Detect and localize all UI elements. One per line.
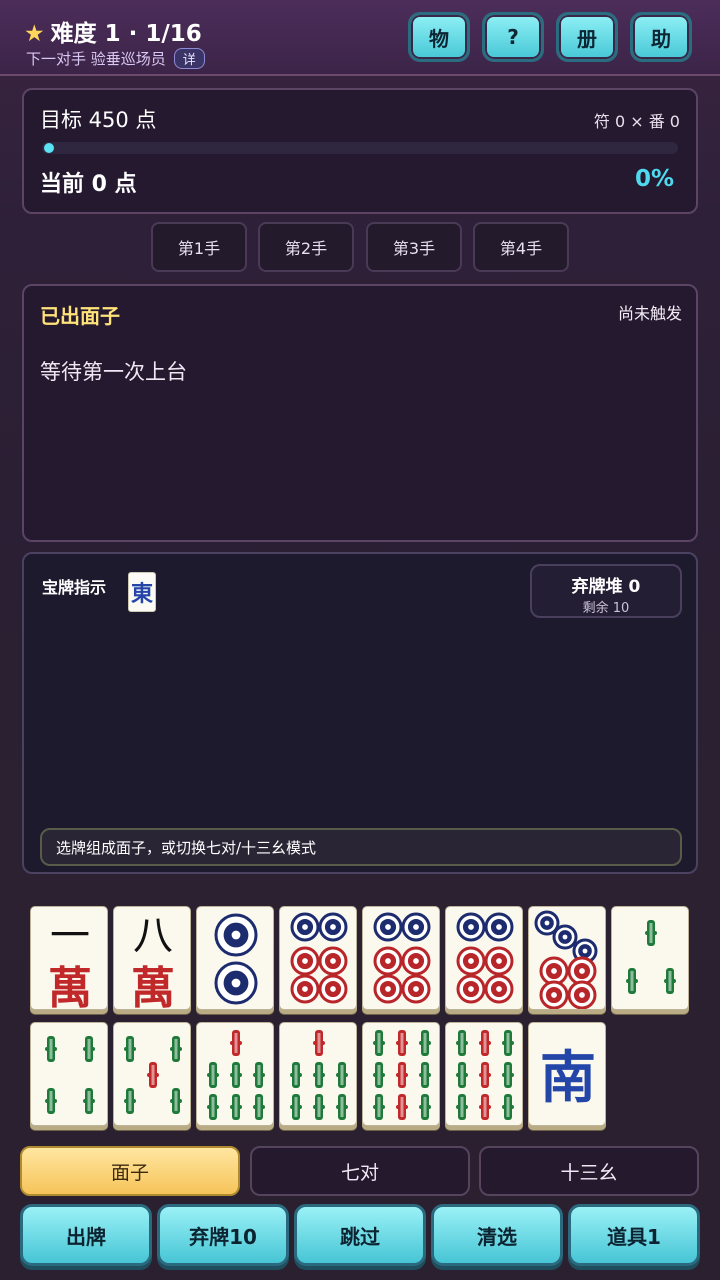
hand-tile[interactable] xyxy=(445,906,523,1010)
level-title: ★ 难度 1 · 1/16 xyxy=(24,14,202,48)
mode-tab-seven-pairs[interactable]: 七对 xyxy=(250,1146,470,1196)
next-opponent: 下一对手 验垂巡场员详 xyxy=(26,48,205,69)
fu-han-readout: 符 0 × 番 0 xyxy=(593,112,680,131)
hand-tile[interactable] xyxy=(611,906,689,1010)
play-tiles-button[interactable]: 出牌 xyxy=(20,1204,152,1266)
hand-tile[interactable] xyxy=(196,1022,274,1126)
discard-remaining: 剩余 10 xyxy=(582,601,630,616)
tab-hand-2[interactable]: 第2手 xyxy=(258,222,354,272)
tab-hand-1[interactable]: 第1手 xyxy=(151,222,247,272)
tile-suit-glyph: 萬 xyxy=(131,963,175,1010)
hand-tile[interactable]: 一萬 xyxy=(30,906,108,1010)
progress-marker xyxy=(44,143,54,153)
next-opponent-text: 下一对手 验垂巡场员 xyxy=(26,50,166,68)
help-question-button[interactable]: ? xyxy=(482,12,544,62)
dora-indicator-label: 宝牌指示 xyxy=(42,578,107,597)
tile-rank-glyph: 八 xyxy=(133,913,173,959)
table-panel: 宝牌指示 東 弃牌堆 0 剩余 10 选牌组成面子，或切换七对/十三幺模式 xyxy=(22,552,698,874)
hand-tile[interactable] xyxy=(279,1022,357,1126)
progress-percent: 0% xyxy=(634,166,674,192)
clear-selection-button[interactable]: 清选 xyxy=(431,1204,563,1266)
discard-pile-count: 弃牌堆 0 xyxy=(571,577,641,597)
hand-tile[interactable] xyxy=(445,1022,523,1126)
discard-button[interactable]: 弃牌10 xyxy=(157,1204,289,1266)
hand-tile[interactable]: 八萬 xyxy=(113,906,191,1010)
assist-button[interactable]: 助 xyxy=(630,12,692,62)
tile-suit-glyph: 萬 xyxy=(48,963,92,1010)
target-score: 目标 450 点 xyxy=(40,108,157,132)
hand-tile[interactable] xyxy=(113,1022,191,1126)
mode-tab-thirteen-orphans[interactable]: 十三幺 xyxy=(479,1146,699,1196)
hand-tile[interactable] xyxy=(362,1022,440,1126)
melds-title: 已出面子 xyxy=(40,304,120,328)
hand-tile[interactable] xyxy=(528,906,606,1010)
hand-tile[interactable] xyxy=(279,906,357,1010)
tab-hand-3[interactable]: 第3手 xyxy=(366,222,462,272)
melds-status: 尚未触发 xyxy=(617,304,682,323)
items-button[interactable]: 物 xyxy=(408,12,470,62)
tile-honor-glyph: 南 xyxy=(540,1045,596,1111)
level-title-text: 难度 1 · 1/16 xyxy=(50,21,202,47)
hint-bar: 选牌组成面子，或切换七对/十三幺模式 xyxy=(40,828,682,866)
hand-tile[interactable] xyxy=(362,906,440,1010)
tab-hand-4[interactable]: 第4手 xyxy=(473,222,569,272)
played-melds-panel: 已出面子 尚未触发 等待第一次上台 xyxy=(22,284,698,542)
melds-empty-text: 等待第一次上台 xyxy=(40,360,187,384)
hand-tile[interactable]: 南 xyxy=(528,1022,606,1126)
detail-badge[interactable]: 详 xyxy=(173,48,205,69)
score-progress-bar xyxy=(42,142,678,154)
mode-tab-melds[interactable]: 面子 xyxy=(20,1146,240,1196)
discard-pile[interactable]: 弃牌堆 0 剩余 10 xyxy=(530,564,682,618)
dora-indicator-tile: 東 xyxy=(128,572,156,612)
skip-button[interactable]: 跳过 xyxy=(294,1204,426,1266)
hand-tile[interactable] xyxy=(30,1022,108,1126)
item-button[interactable]: 道具1 xyxy=(568,1204,700,1266)
score-panel: 目标 450 点 符 0 × 番 0 当前 0 点 0% xyxy=(22,88,698,214)
tile-rank-glyph: 一 xyxy=(50,913,90,959)
star-icon: ★ xyxy=(24,21,45,47)
tile-book-button[interactable]: 册 xyxy=(556,12,618,62)
hand-tile[interactable] xyxy=(196,906,274,1010)
current-score: 当前 0 点 xyxy=(40,172,137,197)
